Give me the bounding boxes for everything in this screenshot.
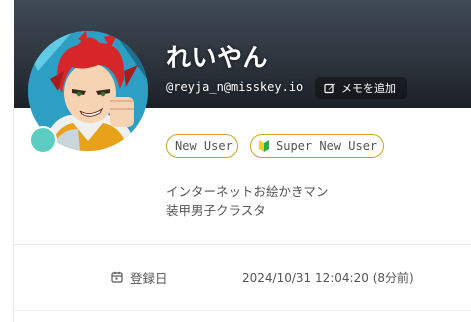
- role-badge-label: Super New User: [276, 139, 378, 153]
- role-badge-label: New User: [175, 139, 233, 153]
- profile-description: インターネットお絵かきマン 装甲男子クラスタ: [166, 182, 329, 220]
- beginner-mark-icon: [259, 140, 269, 152]
- role-badge-new-user[interactable]: New User: [166, 134, 238, 158]
- field-joined-date: 登録日 2024/10/31 12:04:20 (8分前): [14, 262, 471, 292]
- bio-line: 装甲男子クラスタ: [166, 203, 266, 218]
- add-memo-button[interactable]: メモを追加: [315, 77, 407, 99]
- calendar-icon: [111, 271, 123, 283]
- online-status-indicator: [29, 126, 57, 154]
- account-handle: @reyja_n@misskey.io: [166, 80, 304, 94]
- field-value: 2024/10/31 12:04:20 (8分前): [242, 270, 414, 285]
- field-label: 登録日: [111, 262, 168, 292]
- pencil-square-icon: [324, 83, 335, 94]
- display-name: れいやん: [166, 43, 269, 72]
- profile-page: れいやん @reyja_n@misskey.io メモを追加 New User …: [0, 0, 471, 322]
- section-divider: [14, 244, 471, 245]
- field-label-text: 登録日: [130, 270, 168, 286]
- section-divider-bottom: [14, 310, 471, 311]
- bio-line: インターネットお絵かきマン: [166, 184, 329, 199]
- role-badge-super-new-user[interactable]: Super New User: [250, 134, 384, 158]
- banner-left-gap: [0, 0, 14, 108]
- add-memo-label: メモを追加: [341, 82, 396, 95]
